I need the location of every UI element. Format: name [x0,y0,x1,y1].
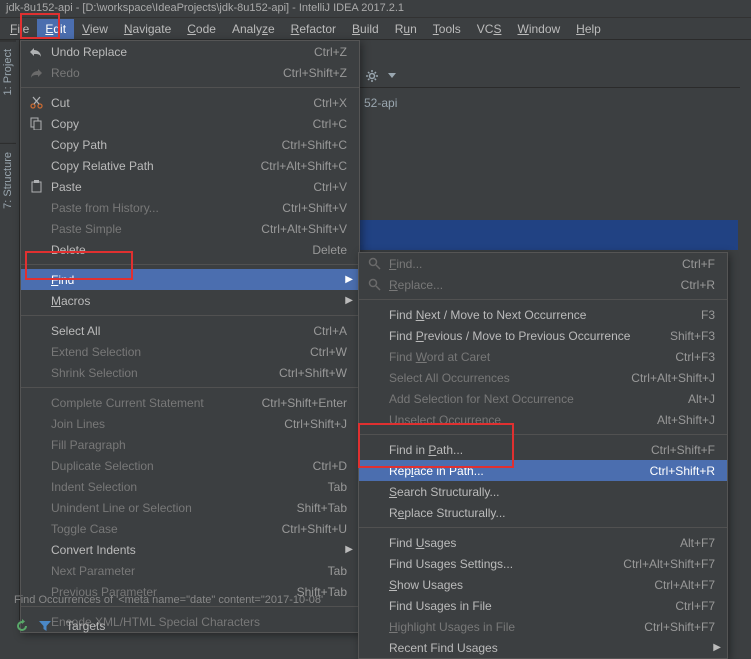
menu-window[interactable]: Window [509,19,568,39]
submenu-show-usages[interactable]: Show UsagesCtrl+Alt+F7 [359,574,727,595]
menu-item-indent[interactable]: Indent SelectionTab [21,476,359,497]
menu-item-find[interactable]: Find▶ [21,269,359,290]
menu-edit[interactable]: Edit [37,19,74,39]
menubar: File Edit View Navigate Code Analyze Ref… [0,18,751,40]
menu-file[interactable]: File [2,19,37,39]
window-title: jdk-8u152-api - [D:\workspace\IdeaProjec… [6,2,404,14]
refresh-icon[interactable] [14,618,30,634]
submenu-recent[interactable]: Recent Find Usages▶ [359,637,727,658]
submenu-find-word[interactable]: Find Word at CaretCtrl+F3 [359,346,727,367]
menu-tools[interactable]: Tools [425,19,469,39]
submenu-select-all-occ[interactable]: Select All OccurrencesCtrl+Alt+Shift+J [359,367,727,388]
submenu-find-usages-file[interactable]: Find Usages in FileCtrl+F7 [359,595,727,616]
menu-item-complete[interactable]: Complete Current StatementCtrl+Shift+Ent… [21,392,359,413]
submenu-add-sel[interactable]: Add Selection for Next OccurrenceAlt+J [359,388,727,409]
menu-help[interactable]: Help [568,19,609,39]
submenu-unselect[interactable]: Unselect OccurrenceAlt+Shift+J [359,409,727,430]
menu-item-delete[interactable]: DeleteDelete [21,239,359,260]
search-icon [365,256,383,272]
submenu-replace-struct[interactable]: Replace Structurally... [359,502,727,523]
menu-build[interactable]: Build [344,19,387,39]
menu-item-fill-para[interactable]: Fill Paragraph [21,434,359,455]
menu-item-select-all[interactable]: Select AllCtrl+A [21,320,359,341]
menu-item-next-param[interactable]: Next ParameterTab [21,560,359,581]
submenu-find-prev[interactable]: Find Previous / Move to Previous Occurre… [359,325,727,346]
submenu-arrow-icon: ▶ [345,295,353,306]
targets-label: Targets [66,619,105,633]
bottom-toolbar: Targets [14,618,105,634]
menu-item-cut[interactable]: CutCtrl+X [21,92,359,113]
submenu-find-usages-set[interactable]: Find Usages Settings...Ctrl+Alt+Shift+F7 [359,553,727,574]
menu-navigate[interactable]: Navigate [116,19,179,39]
menu-code[interactable]: Code [179,19,224,39]
menu-item-join[interactable]: Join LinesCtrl+Shift+J [21,413,359,434]
menu-item-extend-sel[interactable]: Extend SelectionCtrl+W [21,341,359,362]
submenu-replace-in-path[interactable]: Replace in Path...Ctrl+Shift+R [359,460,727,481]
toolbar [360,64,740,88]
menu-view[interactable]: View [74,19,116,39]
menu-item-unindent[interactable]: Unindent Line or SelectionShift+Tab [21,497,359,518]
menu-item-shrink-sel[interactable]: Shrink SelectionCtrl+Shift+W [21,362,359,383]
menu-item-convert-indents[interactable]: Convert Indents▶ [21,539,359,560]
menu-item-macros[interactable]: Macros▶ [21,290,359,311]
cut-icon [27,95,45,111]
submenu-find-usages[interactable]: Find UsagesAlt+F7 [359,532,727,553]
paste-icon [27,179,45,195]
menu-item-toggle-case[interactable]: Toggle CaseCtrl+Shift+U [21,518,359,539]
titlebar: jdk-8u152-api - [D:\workspace\IdeaProjec… [0,0,751,18]
menu-item-copy[interactable]: CopyCtrl+C [21,113,359,134]
submenu-find-next[interactable]: Find Next / Move to Next OccurrenceF3 [359,304,727,325]
gear-icon[interactable] [364,68,380,84]
menu-item-copy-rel[interactable]: Copy Relative PathCtrl+Alt+Shift+C [21,155,359,176]
find-submenu: Find...Ctrl+F Replace...Ctrl+R Find Next… [358,252,728,659]
menu-item-copy-path[interactable]: Copy PathCtrl+Shift+C [21,134,359,155]
menu-analyze[interactable]: Analyze [224,19,283,39]
undo-icon [27,44,45,60]
filter-icon[interactable] [38,619,52,633]
redo-icon [27,65,45,81]
editor-selection-bg [358,220,738,250]
menu-item-paste[interactable]: PasteCtrl+V [21,176,359,197]
sidebar-tab-structure[interactable]: 7: Structure [0,143,16,217]
submenu-arrow-icon: ▶ [345,544,353,555]
menu-item-paste-history[interactable]: Paste from History...Ctrl+Shift+V [21,197,359,218]
status-text: Find Occurrences of '<meta name="date" c… [14,594,323,606]
menu-vcs[interactable]: VCS [469,19,510,39]
menu-run[interactable]: Run [387,19,425,39]
submenu-find[interactable]: Find...Ctrl+F [359,253,727,274]
submenu-arrow-icon: ▶ [713,642,721,653]
left-sidebar: 1: Project 7: Structure [0,40,20,620]
menu-item-undo[interactable]: Undo ReplaceCtrl+Z [21,41,359,62]
replace-icon [365,277,383,293]
menu-item-dup-sel[interactable]: Duplicate SelectionCtrl+D [21,455,359,476]
menu-refactor[interactable]: Refactor [283,19,344,39]
copy-icon [27,116,45,132]
statusbar: Find Occurrences of '<meta name="date" c… [14,594,323,606]
menu-item-paste-simple[interactable]: Paste SimpleCtrl+Alt+Shift+V [21,218,359,239]
edit-menu: Undo ReplaceCtrl+Z RedoCtrl+Shift+Z CutC… [20,40,360,633]
submenu-search-struct[interactable]: Search Structurally... [359,481,727,502]
submenu-replace[interactable]: Replace...Ctrl+R [359,274,727,295]
breadcrumb[interactable]: 52-api [360,92,401,114]
sidebar-tab-project[interactable]: 1: Project [0,40,16,103]
submenu-arrow-icon: ▶ [345,274,353,285]
menu-item-redo[interactable]: RedoCtrl+Shift+Z [21,62,359,83]
submenu-find-in-path[interactable]: Find in Path...Ctrl+Shift+F [359,439,727,460]
submenu-highlight[interactable]: Highlight Usages in FileCtrl+Shift+F7 [359,616,727,637]
dropdown-icon[interactable] [384,68,400,84]
